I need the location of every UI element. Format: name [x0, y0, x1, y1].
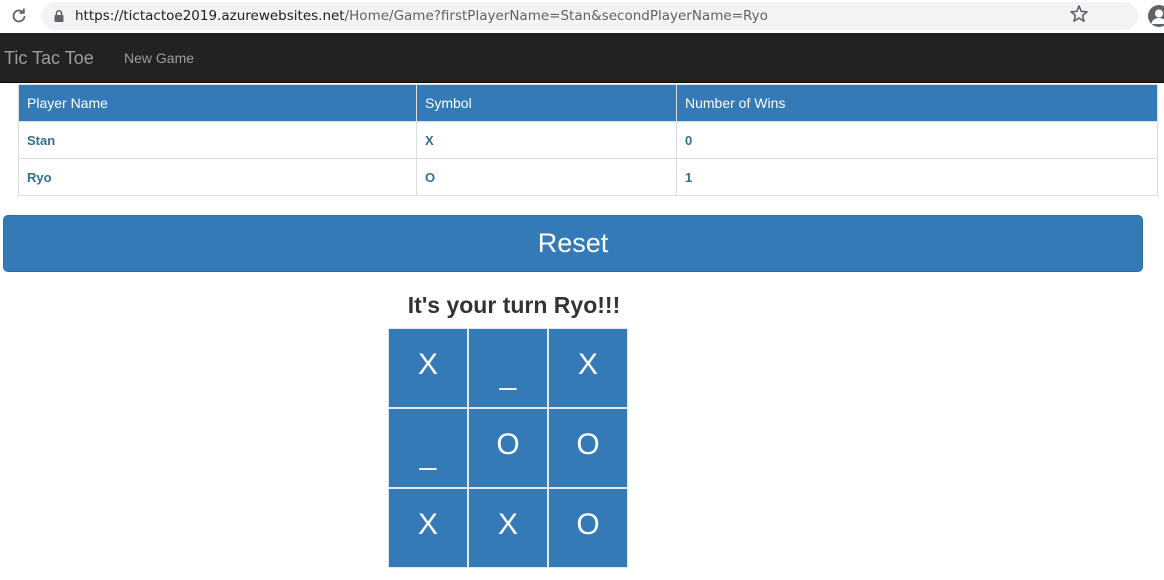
- player-wins-cell: 0: [676, 121, 1158, 159]
- url-path: /Home/Game?firstPlayerName=Stan&secondPl…: [344, 8, 768, 24]
- turn-message: It's your turn Ryo!!!: [407, 292, 621, 318]
- navbar: Tic Tac Toe New Game: [0, 33, 1164, 83]
- url-text[interactable]: https://tictactoe2019.azurewebsites.net/…: [75, 2, 768, 30]
- board-cell-2-2[interactable]: O: [468, 408, 548, 488]
- board-cell-3-3[interactable]: O: [548, 488, 628, 568]
- column-header-wins: Number of Wins: [676, 84, 1158, 122]
- players-table: Player Name Symbol Number of Wins Stan X…: [18, 84, 1158, 196]
- board-cell-1-3[interactable]: X: [548, 328, 628, 408]
- url-host: https://tictactoe2019.azurewebsites.net: [75, 8, 345, 24]
- reset-button[interactable]: Reset: [3, 215, 1143, 272]
- board-cell-2-1[interactable]: _: [388, 408, 468, 488]
- board-cell-3-2[interactable]: X: [468, 488, 548, 568]
- lock-icon[interactable]: [52, 9, 66, 23]
- board-cell-1-2[interactable]: _: [468, 328, 548, 408]
- table-row: Ryo O 1: [18, 158, 1158, 196]
- new-game-link[interactable]: New Game: [124, 33, 194, 83]
- profile-icon[interactable]: [1148, 5, 1164, 27]
- player-symbol-cell: O: [416, 158, 677, 196]
- board-cell-2-3[interactable]: O: [548, 408, 628, 488]
- table-row: Stan X 0: [18, 121, 1158, 159]
- column-header-symbol: Symbol: [416, 84, 677, 122]
- brand-link[interactable]: Tic Tac Toe: [4, 33, 94, 83]
- player-name-cell: Ryo: [18, 158, 417, 196]
- browser-toolbar: https://tictactoe2019.azurewebsites.net/…: [0, 0, 1164, 33]
- player-name-cell: Stan: [18, 121, 417, 159]
- game-board: X _ X _ O O X X O: [388, 328, 628, 568]
- address-bar[interactable]: https://tictactoe2019.azurewebsites.net/…: [42, 2, 1138, 30]
- player-symbol-cell: X: [416, 121, 677, 159]
- column-header-player-name: Player Name: [18, 84, 417, 122]
- reload-icon[interactable]: [9, 6, 29, 26]
- star-icon[interactable]: [1068, 3, 1090, 25]
- player-wins-cell: 1: [676, 158, 1158, 196]
- table-header-row: Player Name Symbol Number of Wins: [18, 84, 1158, 122]
- board-cell-3-1[interactable]: X: [388, 488, 468, 568]
- board-cell-1-1[interactable]: X: [388, 328, 468, 408]
